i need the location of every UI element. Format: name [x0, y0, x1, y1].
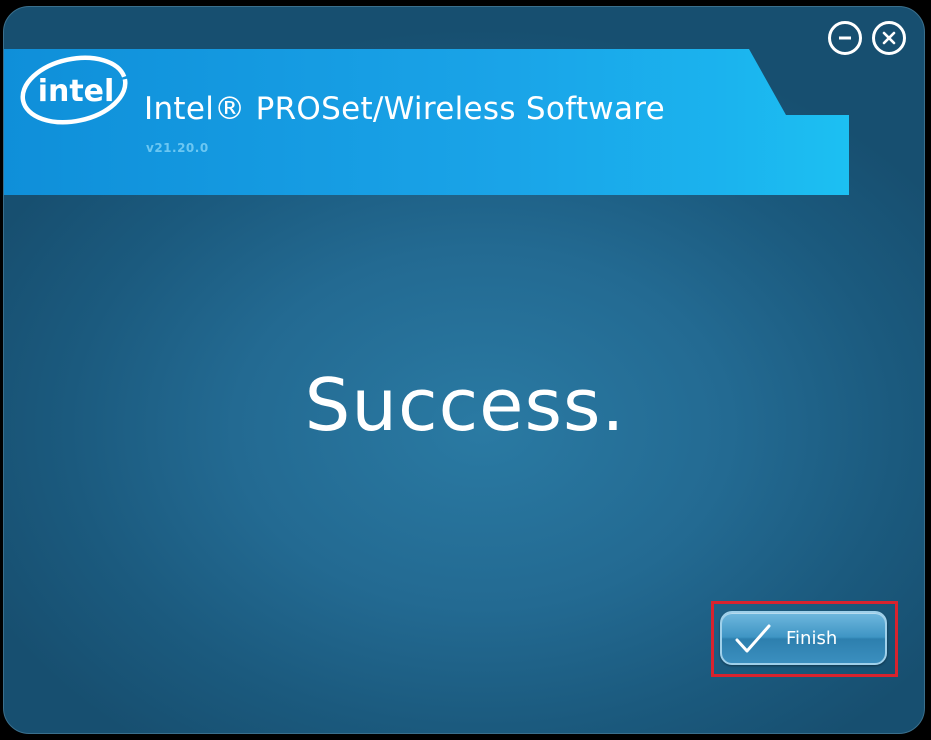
close-circle-icon [882, 31, 896, 45]
finish-button-label: Finish [786, 628, 838, 649]
finish-button[interactable]: Finish [720, 611, 887, 665]
window-controls [828, 21, 906, 55]
logo-text: intel [38, 74, 115, 109]
checkmark-icon [735, 624, 771, 653]
minimize-circle-icon [839, 36, 851, 40]
minimize-button[interactable] [828, 21, 862, 55]
status-message: Success. [304, 363, 626, 447]
intel-logo: intel [20, 55, 128, 125]
installer-window: intel Intel® PROSet/Wireless Software v2… [3, 6, 925, 734]
version-label: v21.20.0 [146, 141, 209, 155]
product-title: Intel® PROSet/Wireless Software [144, 91, 665, 127]
close-button[interactable] [872, 21, 906, 55]
